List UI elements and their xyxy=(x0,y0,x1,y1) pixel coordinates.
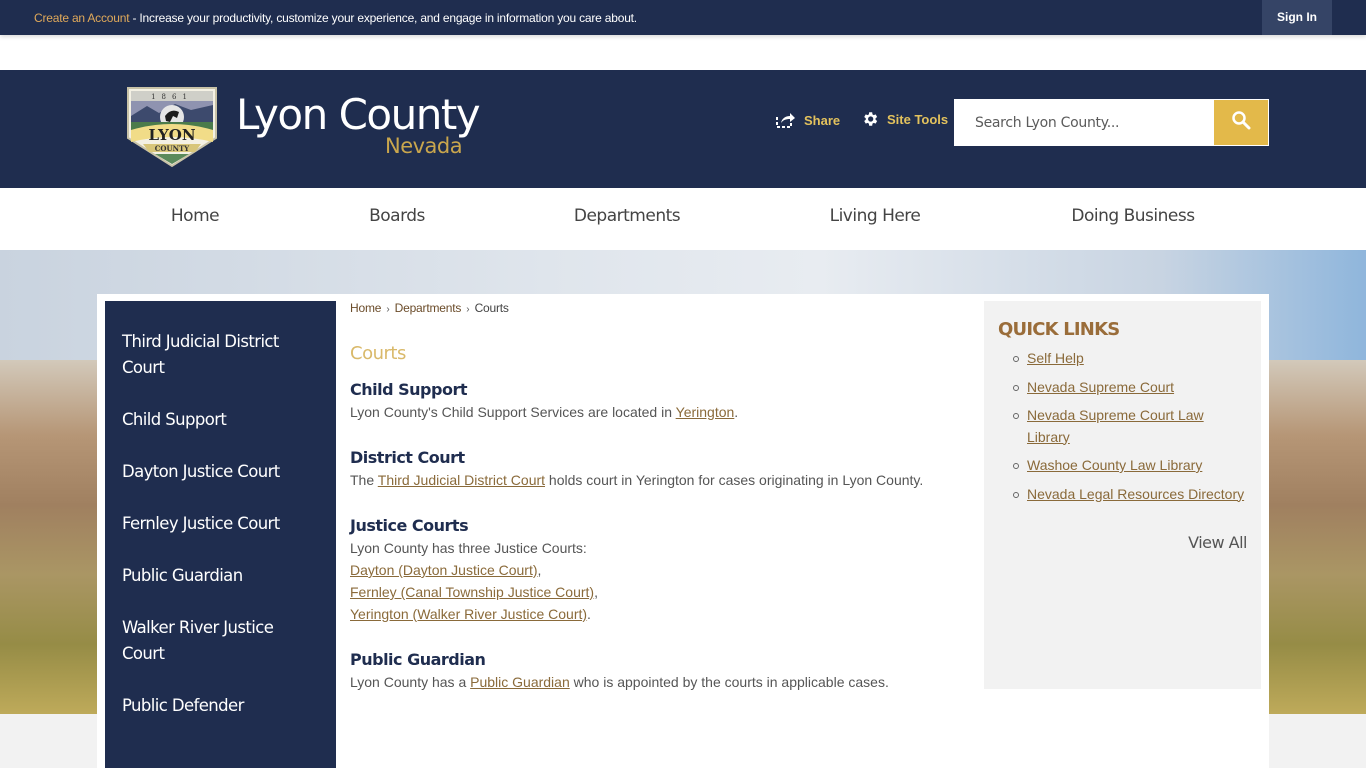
text: . xyxy=(734,404,739,420)
page-title: Courts xyxy=(350,343,406,364)
search-form xyxy=(954,99,1269,146)
yerington-justice-court-link[interactable]: Yerington (Walker River Justice Court) xyxy=(350,606,587,622)
site-tools-button[interactable]: Site Tools xyxy=(861,110,948,128)
search-icon xyxy=(1231,110,1251,135)
section-text: Lyon County's Child Support Services are… xyxy=(350,401,960,423)
section-heading: Public Guardian xyxy=(350,650,486,669)
search-button[interactable] xyxy=(1214,99,1269,146)
share-icon xyxy=(776,112,796,128)
section-text: The Third Judicial District Court holds … xyxy=(350,469,960,491)
breadcrumb: Home › Departments › Courts xyxy=(350,301,960,315)
text: Lyon County has three Justice Courts: xyxy=(350,540,587,556)
svg-text:LYON: LYON xyxy=(148,126,195,144)
nav-home[interactable]: Home xyxy=(171,206,220,226)
nav-doing-business[interactable]: Doing Business xyxy=(1071,206,1195,226)
brand-title[interactable]: Lyon County xyxy=(236,90,481,139)
svg-text:1861: 1861 xyxy=(151,93,193,101)
section-child-support: Child Support Lyon County's Child Suppor… xyxy=(350,380,960,423)
create-account-link[interactable]: Create an Account xyxy=(34,11,130,25)
text: . xyxy=(587,606,591,622)
gear-icon xyxy=(861,110,879,128)
main-content: Home › Departments › Courts Courts Child… xyxy=(350,301,960,693)
text: holds court in Yerington for cases origi… xyxy=(545,472,924,488)
text: Lyon County's Child Support Services are… xyxy=(350,404,676,420)
nav-boards[interactable]: Boards xyxy=(369,206,425,226)
text: , xyxy=(594,584,598,600)
sidebar-item-fernley-justice-court[interactable]: Fernley Justice Court xyxy=(105,511,336,537)
site-header: 1861 LYON COUNTY Lyon County Nevada Shar… xyxy=(0,70,1366,188)
sidebar-navigation: Third Judicial District Court Child Supp… xyxy=(105,301,336,768)
section-text: Lyon County has three Justice Courts: Da… xyxy=(350,537,960,625)
quick-link-nevada-supreme-court[interactable]: Nevada Supreme Court xyxy=(1027,379,1174,395)
section-heading: Child Support xyxy=(350,380,467,399)
sidebar-item-third-judicial-district-court[interactable]: Third Judicial District Court xyxy=(105,329,336,381)
account-bar: Create an Account - Increase your produc… xyxy=(0,0,1366,35)
list-item: Nevada Legal Resources Directory xyxy=(1012,484,1247,506)
section-heading: District Court xyxy=(350,448,465,467)
quick-links-list: Self Help Nevada Supreme Court Nevada Su… xyxy=(998,348,1247,505)
quick-link-self-help[interactable]: Self Help xyxy=(1027,350,1084,366)
text: , xyxy=(537,562,542,578)
account-message-text: - Increase your productivity, customize … xyxy=(129,11,637,25)
list-item: Nevada Supreme Court Law Library xyxy=(1012,405,1247,448)
yerington-link[interactable]: Yerington xyxy=(676,404,735,420)
breadcrumb-separator: › xyxy=(466,304,470,315)
nav-departments[interactable]: Departments xyxy=(574,206,681,226)
brand-subtitle: Nevada xyxy=(385,134,463,158)
sign-in-button[interactable]: Sign In xyxy=(1262,0,1332,35)
sidebar-item-public-defender[interactable]: Public Defender xyxy=(105,693,336,719)
list-item: Nevada Supreme Court xyxy=(1012,377,1247,399)
sidebar-item-walker-river-justice-court[interactable]: Walker River Justice Court xyxy=(105,615,336,667)
breadcrumb-separator: › xyxy=(386,304,390,315)
breadcrumb-current: Courts xyxy=(474,301,509,315)
public-guardian-link[interactable]: Public Guardian xyxy=(470,674,570,690)
section-district-court: District Court The Third Judicial Distri… xyxy=(350,448,960,491)
list-item: Self Help xyxy=(1012,348,1247,370)
breadcrumb-home[interactable]: Home xyxy=(350,301,381,315)
section-text: Lyon County has a Public Guardian who is… xyxy=(350,671,960,693)
nav-living-here[interactable]: Living Here xyxy=(830,206,921,226)
section-heading: Justice Courts xyxy=(350,516,469,535)
breadcrumb-departments[interactable]: Departments xyxy=(395,301,462,315)
quick-link-nevada-legal-resources-directory[interactable]: Nevada Legal Resources Directory xyxy=(1027,486,1244,502)
quick-links-panel: QUICK LINKS Self Help Nevada Supreme Cou… xyxy=(984,301,1261,689)
county-seal-logo[interactable]: 1861 LYON COUNTY xyxy=(125,86,219,168)
sidebar-item-dayton-justice-court[interactable]: Dayton Justice Court xyxy=(105,459,336,485)
sidebar-item-public-guardian[interactable]: Public Guardian xyxy=(105,563,336,589)
share-button[interactable]: Share xyxy=(776,112,840,128)
view-all-link[interactable]: View All xyxy=(1188,533,1247,552)
account-message: Create an Account - Increase your produc… xyxy=(34,11,637,25)
fernley-justice-court-link[interactable]: Fernley (Canal Township Justice Court) xyxy=(350,584,594,600)
text: The xyxy=(350,472,378,488)
list-item: Washoe County Law Library xyxy=(1012,455,1247,477)
third-judicial-district-court-link[interactable]: Third Judicial District Court xyxy=(378,472,545,488)
share-label: Share xyxy=(804,112,841,128)
sidebar-item-child-support[interactable]: Child Support xyxy=(105,407,336,433)
quick-link-washoe-county-law-library[interactable]: Washoe County Law Library xyxy=(1027,457,1202,473)
quick-links-title: QUICK LINKS xyxy=(998,319,1120,340)
text: Lyon County has a xyxy=(350,674,471,690)
main-navigation: Home Boards Departments Living Here Doin… xyxy=(0,188,1366,250)
section-public-guardian: Public Guardian Lyon County has a Public… xyxy=(350,650,960,693)
text: who is appointed by the courts in applic… xyxy=(569,674,889,690)
quick-link-nevada-supreme-court-law-library[interactable]: Nevada Supreme Court Law Library xyxy=(1027,407,1204,445)
section-justice-courts: Justice Courts Lyon County has three Jus… xyxy=(350,516,960,625)
header-spacer xyxy=(0,35,1366,70)
svg-text:COUNTY: COUNTY xyxy=(155,144,190,153)
dayton-justice-court-link[interactable]: Dayton (Dayton Justice Court) xyxy=(350,562,538,578)
search-input[interactable] xyxy=(954,99,1214,146)
site-tools-label: Site Tools xyxy=(887,111,949,127)
